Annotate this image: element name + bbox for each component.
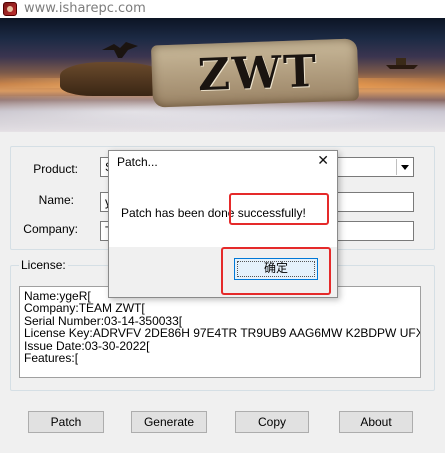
license-line: License Key:ADRVFV 2DE86H 97E4TR TR9UB9 … [24, 326, 420, 341]
chevron-down-icon[interactable] [396, 159, 412, 175]
app-icon [3, 2, 17, 16]
license-textarea[interactable]: Name:ygeR[ Company:TEAM ZWT[ Serial Numb… [19, 286, 421, 378]
highlight-ok-button [221, 247, 331, 295]
license-caption: License: [19, 258, 68, 272]
zwt-banner: ZWT [0, 18, 445, 132]
license-line: Company:TEAM ZWT[ [24, 301, 145, 316]
license-line: Features:[ [24, 350, 79, 365]
license-line: Issue Date:03-30-2022[ [24, 338, 150, 353]
close-icon[interactable]: ✕ [317, 153, 329, 169]
name-label: Name: [38, 193, 74, 207]
company-label: Company: [23, 222, 78, 236]
product-label: Product: [33, 162, 78, 176]
window-titlebar: www.isharepc.com [0, 0, 445, 18]
zwt-logo: ZWT [197, 45, 319, 102]
eagle-icon [102, 42, 138, 58]
patch-button[interactable]: Patch [28, 411, 104, 433]
dialog-title: Patch... [117, 155, 158, 169]
highlight-success-text [229, 193, 329, 225]
about-button[interactable]: About [339, 411, 413, 433]
ship-icon [386, 58, 418, 69]
window-title: www.isharepc.com [24, 1, 146, 16]
copy-button[interactable]: Copy [235, 411, 309, 433]
generate-button[interactable]: Generate [131, 411, 207, 433]
